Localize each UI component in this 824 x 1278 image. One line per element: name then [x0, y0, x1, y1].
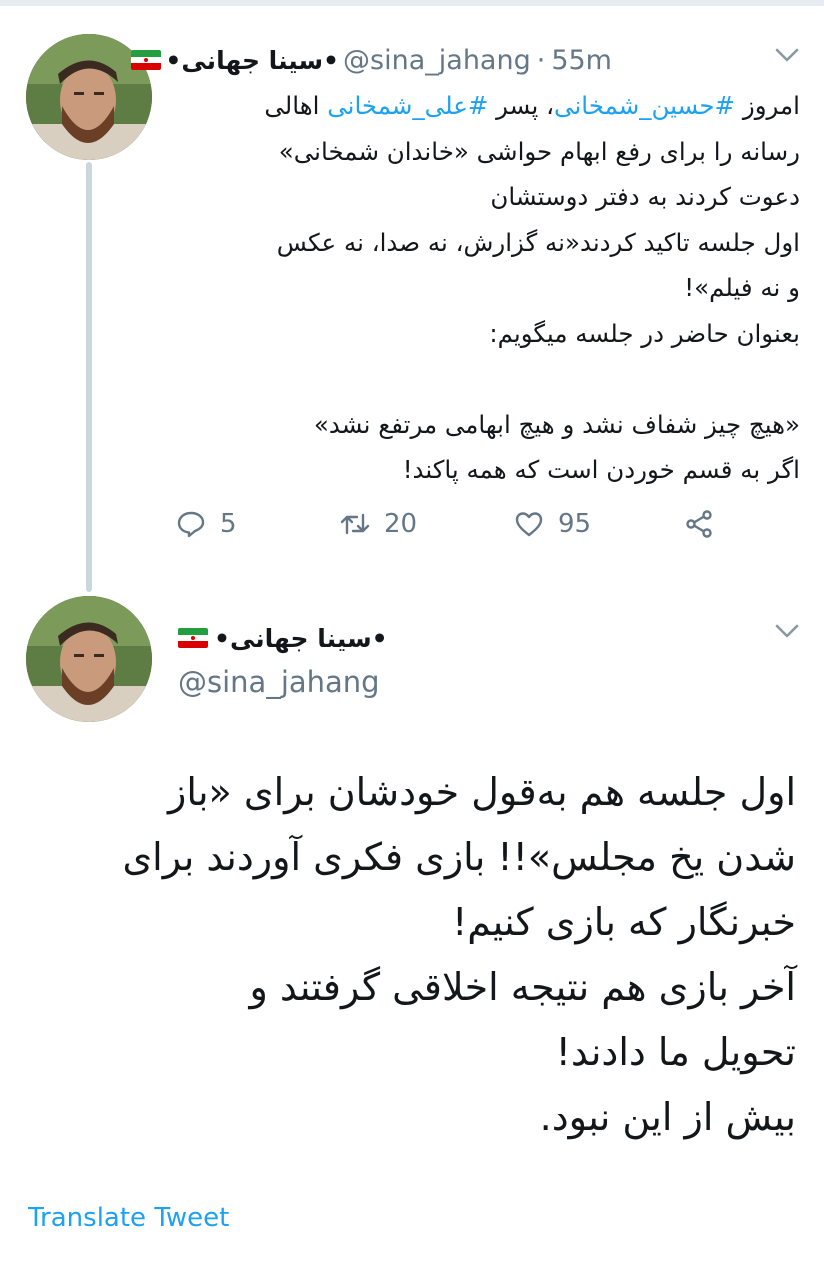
retweet-icon — [340, 513, 370, 535]
tweet1-line: اگر به قسم خوردن است که همه پاکند! — [402, 455, 800, 484]
hashtag-link[interactable]: #علی_شمخانی — [327, 91, 488, 120]
top-divider — [0, 0, 824, 6]
tweet1-text: اهالی — [264, 91, 328, 120]
iran-flag-icon — [131, 50, 162, 70]
tweet2-author-handle[interactable]: @sina_jahang — [178, 665, 380, 699]
tweet2-line: اول جلسه هم به‌قول خودشان برای «باز — [168, 770, 796, 814]
tweet2-line: شدن یخ مجلس»!! بازی فکری آوردند برای — [122, 835, 796, 879]
tweet1-line: بعنوان حاضر در جلسه میگویم: — [489, 318, 800, 348]
tweet2-line: بیش از این نبود. — [539, 1095, 796, 1139]
tweet2-line: تحویل ما دادند! — [555, 1030, 796, 1074]
iran-flag-icon — [178, 628, 208, 648]
like-button[interactable]: 95 — [514, 502, 591, 546]
hashtag-link[interactable]: #حسین_شمخانی — [554, 91, 735, 120]
share-icon — [686, 510, 712, 538]
tweet2-line: آخر بازی هم نتیجه اخلاقی گرفتند و — [249, 965, 797, 1009]
tweet1-line: امروز #حسین_شمخانی، پسر #علی_شمخانی اهال… — [170, 83, 800, 129]
tweet1-text: ، پسر — [488, 91, 555, 120]
retweet-count: 20 — [384, 509, 418, 539]
tweet1-body: امروز #حسین_شمخانی، پسر #علی_شمخانی اهال… — [170, 83, 800, 493]
reply-count: 5 — [220, 509, 237, 539]
tweet1-timestamp[interactable]: 55m — [551, 45, 612, 76]
like-icon — [515, 512, 543, 537]
tweet2-line: خبرنگار که بازی کنیم! — [452, 900, 796, 944]
chevron-down-icon[interactable] — [774, 622, 800, 640]
like-count: 95 — [558, 509, 592, 539]
tweet1-separator: · — [536, 44, 546, 76]
chevron-down-icon[interactable] — [774, 46, 800, 64]
tweet2-header: •سینا جهانی• — [178, 618, 388, 658]
tweet1-author-name[interactable]: •سینا جهانی• — [165, 46, 339, 75]
tweet2-author-name[interactable]: •سینا جهانی• — [214, 624, 388, 653]
tweet1-line: رسانه را برای رفع ابهام حواشی «خاندان شم… — [278, 136, 800, 166]
tweet1-line: و نه فیلم»! — [684, 273, 800, 302]
tweet1-author-handle[interactable]: @sina_jahang — [343, 45, 531, 76]
tweet1-header: •سینا جهانی• @sina_jahang · 55m — [131, 40, 612, 80]
tweet1-blank-line — [170, 356, 800, 402]
tweet2-body: اول جلسه هم به‌قول خودشان برای «باز شدن … — [28, 760, 796, 1150]
tweet1-line: «هیچ چیز شفاف نشد و هیچ ابهامی مرتفع نشد… — [313, 409, 800, 439]
reply-button[interactable]: 5 — [176, 502, 237, 546]
tweet1-action-bar: 5 20 95 — [0, 502, 824, 546]
avatar-photo — [26, 596, 152, 722]
avatar[interactable] — [26, 596, 152, 722]
translate-tweet-link[interactable]: Translate Tweet — [28, 1203, 229, 1233]
share-button[interactable] — [684, 502, 714, 546]
reply-icon — [177, 511, 205, 538]
tweet1-line: دعوت کردند به دفتر دوستشان — [490, 182, 800, 211]
tweet1-line: اول جلسه تاکید کردند«نه گزارش، نه صدا، ن… — [276, 227, 800, 257]
tweet1-text: امروز — [735, 91, 800, 120]
retweet-button[interactable]: 20 — [340, 502, 417, 546]
